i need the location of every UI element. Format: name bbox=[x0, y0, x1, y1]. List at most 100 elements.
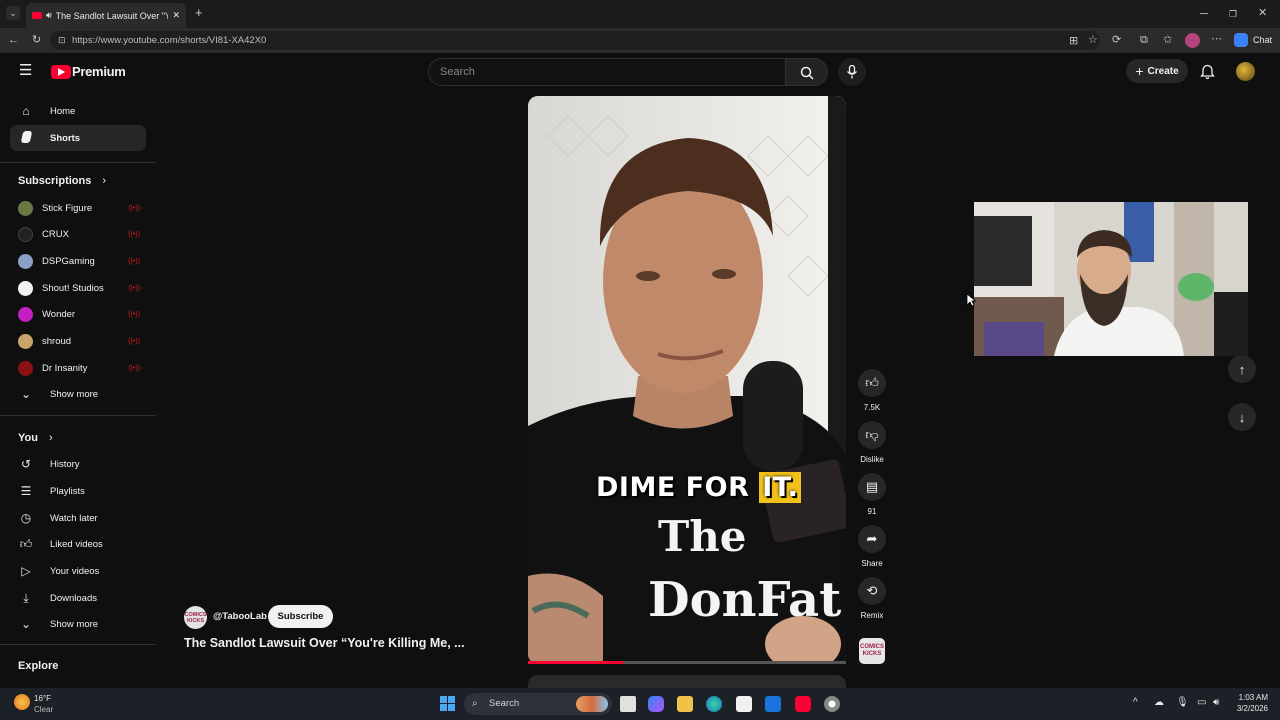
sidebar-item-subscription[interactable]: CRUX ((•)) bbox=[10, 221, 146, 247]
dislike-button[interactable]: 👎︎ bbox=[858, 421, 886, 449]
sidebar-item-subscription[interactable]: Stick Figure ((•)) bbox=[10, 195, 146, 221]
speaker-icon[interactable]: 🔊︎ bbox=[46, 10, 52, 21]
volume-icon[interactable]: 🔊︎ bbox=[1213, 697, 1219, 708]
temperature[interactable]: 16°F bbox=[34, 694, 51, 703]
sidebar-item-watch-later[interactable]: ◷ Watch later bbox=[10, 505, 146, 531]
weather-status[interactable]: Clear bbox=[34, 705, 53, 714]
webcam-overlay bbox=[974, 202, 1248, 356]
favorite-star-icon[interactable]: ☆ bbox=[1088, 34, 1098, 46]
subscribe-button[interactable]: Subscribe bbox=[268, 605, 333, 628]
voice-search-button[interactable] bbox=[838, 58, 866, 86]
sidebar-item-home[interactable]: ⌂ Home bbox=[10, 98, 146, 124]
next-short-button[interactable]: ↓ bbox=[1228, 403, 1256, 431]
browser-tab[interactable]: 🔊︎ The Sandlot Lawsuit Over "Yo ✕ bbox=[26, 3, 186, 28]
copilot-app-icon[interactable] bbox=[648, 696, 664, 712]
sidebar-item-playlists[interactable]: ☰ Playlists bbox=[10, 478, 146, 504]
logo-text[interactable]: Premium bbox=[72, 64, 126, 79]
refresh-icon[interactable]: ↻ bbox=[32, 34, 41, 46]
profile-avatar[interactable] bbox=[1185, 33, 1200, 48]
sidebar-item-label: Wonder bbox=[42, 308, 76, 320]
youtube-logo-icon[interactable] bbox=[51, 65, 71, 79]
comments-button[interactable]: ▤ bbox=[858, 473, 886, 501]
favorites-icon[interactable]: ✩ bbox=[1163, 34, 1172, 46]
windows-start-icon[interactable] bbox=[440, 696, 456, 712]
chat-label[interactable]: Chat bbox=[1253, 35, 1272, 45]
settings-gear-icon[interactable] bbox=[824, 696, 840, 712]
subscriptions-title: Subscriptions bbox=[18, 175, 92, 187]
cloud-icon[interactable]: ☁ bbox=[1154, 697, 1164, 708]
window-close-icon[interactable]: ✕ bbox=[1258, 7, 1267, 19]
you-show-more[interactable]: ⌄ Show more bbox=[10, 611, 146, 637]
previous-short-button[interactable]: ↑ bbox=[1228, 355, 1256, 383]
playlists-icon: ☰ bbox=[20, 484, 32, 498]
show-more-label: Show more bbox=[50, 618, 99, 630]
close-tab-icon[interactable]: ✕ bbox=[172, 10, 180, 21]
restore-icon[interactable]: ❐ bbox=[1229, 8, 1237, 20]
browser-tab-bar: ⌄ 🔊︎ The Sandlot Lawsuit Over "Yo ✕ + ─ … bbox=[0, 0, 1280, 28]
microsoft-store-icon[interactable] bbox=[736, 696, 752, 712]
short-video-player[interactable]: The DonFat bbox=[528, 96, 846, 664]
short-title[interactable]: The Sandlot Lawsuit Over “You're Killing… bbox=[184, 636, 465, 650]
clock-date[interactable]: 3/2/2026 bbox=[1226, 704, 1268, 713]
channel-handle[interactable]: @TabooLab bbox=[213, 611, 267, 622]
network-icon[interactable]: ▭ bbox=[1197, 697, 1206, 708]
url-field[interactable]: ⊡ https://www.youtube.com/shorts/VI81-XA… bbox=[50, 31, 1100, 50]
arrow-down-icon: ↓ bbox=[1238, 409, 1246, 425]
subscriptions-heading[interactable]: Subscriptions › bbox=[18, 175, 106, 187]
more-menu-icon[interactable]: ⋯ bbox=[1211, 33, 1222, 45]
youtube-app-icon[interactable] bbox=[795, 696, 811, 712]
sidebar-item-liked-videos[interactable]: 👍︎ Liked videos bbox=[10, 531, 146, 557]
file-explorer-icon[interactable] bbox=[677, 696, 693, 712]
subscriptions-show-more[interactable]: ⌄ Show more bbox=[10, 381, 146, 407]
tab-list-icon[interactable]: ⌄ bbox=[6, 6, 20, 20]
sidebar-item-subscription[interactable]: Shout! Studios ((•)) bbox=[10, 275, 146, 301]
account-avatar[interactable] bbox=[1236, 62, 1255, 81]
search-button[interactable] bbox=[786, 58, 828, 86]
task-view-icon[interactable] bbox=[620, 696, 636, 712]
hamburger-menu-icon[interactable]: ☰ bbox=[19, 63, 32, 79]
channel-avatar[interactable]: COMICS KICKS bbox=[184, 606, 207, 629]
sidebar-item-subscription[interactable]: shroud ((•)) bbox=[10, 328, 146, 354]
video-progress-bar[interactable] bbox=[528, 661, 846, 664]
sidebar-item-subscription[interactable]: Dr Insanity ((•)) bbox=[10, 355, 146, 381]
create-button[interactable]: + Create bbox=[1126, 59, 1188, 83]
remix-icon: ⟲ bbox=[866, 583, 878, 598]
extensions-icon[interactable]: ⟳ bbox=[1112, 34, 1121, 46]
shorts-icon bbox=[10, 130, 42, 146]
share-button[interactable]: ➦ bbox=[858, 525, 886, 553]
caption-text: DIME FOR bbox=[596, 472, 750, 503]
sidebar-item-shorts[interactable]: Shorts bbox=[10, 125, 146, 151]
sidebar-divider bbox=[0, 644, 156, 645]
remix-button[interactable]: ⟲ bbox=[858, 577, 886, 605]
copilot-icon[interactable] bbox=[1234, 33, 1248, 47]
sidebar-item-history[interactable]: ↺ History bbox=[10, 451, 146, 477]
sidebar-item-subscription[interactable]: Wonder ((•)) bbox=[10, 301, 146, 327]
split-screen-icon[interactable]: ⧉ bbox=[1140, 34, 1148, 46]
show-hidden-icons-icon[interactable]: ^ bbox=[1133, 697, 1138, 708]
sidebar-item-downloads[interactable]: ⤓ Downloads bbox=[10, 585, 146, 611]
sidebar-item-your-videos[interactable]: ▷ Your videos bbox=[10, 558, 146, 584]
sidebar-item-subscription[interactable]: DSPGaming ((•)) bbox=[10, 248, 146, 274]
mail-icon[interactable] bbox=[765, 696, 781, 712]
sound-channel-thumbnail[interactable]: COMICS KICKS bbox=[859, 638, 885, 664]
site-info-icon[interactable]: ⊡ bbox=[58, 31, 66, 50]
search-input[interactable]: Search bbox=[428, 58, 786, 86]
new-tab-icon[interactable]: + bbox=[195, 6, 203, 19]
sidebar-item-label: CRUX bbox=[42, 228, 69, 240]
minimize-icon[interactable]: ─ bbox=[1200, 8, 1208, 20]
channel-avatar bbox=[18, 200, 33, 216]
weather-icon[interactable] bbox=[14, 694, 30, 710]
clock-time[interactable]: 1:03 AM bbox=[1226, 693, 1268, 702]
app-available-icon[interactable]: ⊞ bbox=[1069, 35, 1078, 47]
sidebar-item-label: Your videos bbox=[50, 565, 100, 577]
notifications-bell-icon[interactable] bbox=[1200, 64, 1215, 80]
microphone-icon[interactable]: 🎙︎ bbox=[1176, 697, 1189, 708]
search-icon bbox=[800, 66, 814, 80]
you-heading[interactable]: You › bbox=[18, 432, 53, 444]
sidebar-item-label: Home bbox=[50, 105, 76, 117]
back-icon[interactable]: ← bbox=[8, 34, 19, 46]
edge-browser-icon[interactable] bbox=[706, 696, 722, 712]
like-button[interactable]: 👍︎ bbox=[858, 369, 886, 397]
svg-text:The: The bbox=[658, 512, 747, 561]
taskbar-search[interactable]: ⌕ Search bbox=[464, 693, 612, 715]
